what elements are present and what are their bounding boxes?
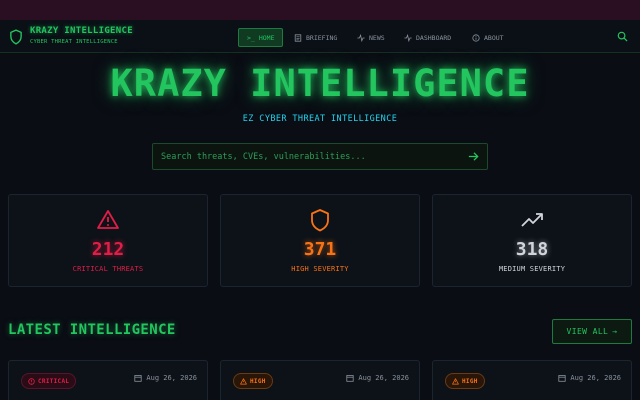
nav-home-label: HOME: [258, 33, 275, 42]
nav-dashboard-label: DASHBOARD: [416, 33, 452, 42]
shield-logo-icon: [10, 29, 22, 45]
arrow-right-icon[interactable]: [467, 150, 480, 163]
search-input[interactable]: [153, 144, 453, 169]
nav-about-label: ABOUT: [484, 33, 504, 42]
nav-news-label: NEWS: [369, 33, 385, 42]
arrow-right-icon: →: [612, 327, 618, 336]
hero-title: KRAZY INTELLIGENCE: [110, 62, 530, 105]
activity-icon: [357, 33, 365, 42]
activity-icon: [404, 33, 412, 42]
warning-triangle-icon: [240, 377, 247, 384]
critical-label: CRITICAL THREATS: [72, 265, 144, 273]
nav-about[interactable]: ABOUT: [464, 28, 512, 47]
document-icon: [294, 33, 302, 42]
date-text: Aug 26, 2026: [570, 374, 621, 382]
intel-card[interactable]: CRITICAL Aug 26, 2026: [8, 360, 208, 400]
nav-home[interactable]: >_ HOME: [238, 28, 284, 47]
stat-card-medium[interactable]: 318 MEDIUM SEVERITY: [432, 194, 632, 287]
search-icon[interactable]: [617, 31, 628, 42]
date-text: Aug 26, 2026: [146, 374, 197, 382]
card-date: Aug 26, 2026: [558, 374, 621, 382]
brand-title[interactable]: KRAZY INTELLIGENCE: [30, 26, 133, 36]
badge-label: CRITICAL: [38, 377, 70, 385]
nav-briefing-label: BRIEFING: [306, 33, 338, 42]
high-count: 371: [303, 239, 337, 260]
warning-triangle-icon: [97, 210, 119, 229]
brand-subtitle: CYBER THREAT INTELLIGENCE: [30, 39, 118, 45]
critical-count: 212: [91, 239, 125, 260]
section-title: LATEST INTELLIGENCE: [8, 322, 176, 338]
intel-card[interactable]: HIGH Aug 26, 2026: [432, 360, 632, 400]
view-all-label: VIEW ALL: [566, 327, 609, 336]
shield-icon: [311, 209, 329, 232]
medium-count: 318: [515, 239, 549, 260]
trending-up-icon: [521, 213, 543, 227]
badge-label: HIGH: [250, 377, 266, 385]
alert-circle-icon: [28, 377, 35, 385]
search-bar: [152, 143, 488, 170]
calendar-icon: [346, 375, 355, 382]
terminal-prompt-icon: >_: [247, 33, 255, 42]
warning-triangle-icon: [452, 377, 459, 384]
card-date: Aug 26, 2026: [134, 374, 197, 382]
calendar-icon: [558, 375, 567, 382]
view-all-button[interactable]: VIEW ALL →: [552, 319, 632, 344]
severity-badge: HIGH: [233, 373, 273, 389]
stat-card-critical[interactable]: 212 CRITICAL THREATS: [8, 194, 208, 287]
top-banner: [0, 0, 640, 20]
stat-card-high[interactable]: 371 HIGH SEVERITY: [220, 194, 420, 287]
nav-news[interactable]: NEWS: [349, 28, 393, 47]
badge-label: HIGH: [462, 377, 478, 385]
hero-subtitle: EZ CYBER THREAT INTELLIGENCE: [242, 114, 398, 124]
high-label: HIGH SEVERITY: [291, 265, 349, 273]
intel-card[interactable]: HIGH Aug 26, 2026: [220, 360, 420, 400]
nav-dashboard[interactable]: DASHBOARD: [396, 28, 459, 47]
medium-label: MEDIUM SEVERITY: [498, 265, 566, 273]
severity-badge: CRITICAL: [21, 373, 77, 389]
card-date: Aug 26, 2026: [346, 374, 409, 382]
date-text: Aug 26, 2026: [358, 374, 409, 382]
navbar: KRAZY INTELLIGENCE CYBER THREAT INTELLIG…: [0, 20, 640, 53]
calendar-icon: [134, 375, 143, 382]
nav-briefing[interactable]: BRIEFING: [286, 28, 345, 47]
severity-badge: HIGH: [445, 373, 485, 389]
info-icon: [472, 33, 480, 42]
